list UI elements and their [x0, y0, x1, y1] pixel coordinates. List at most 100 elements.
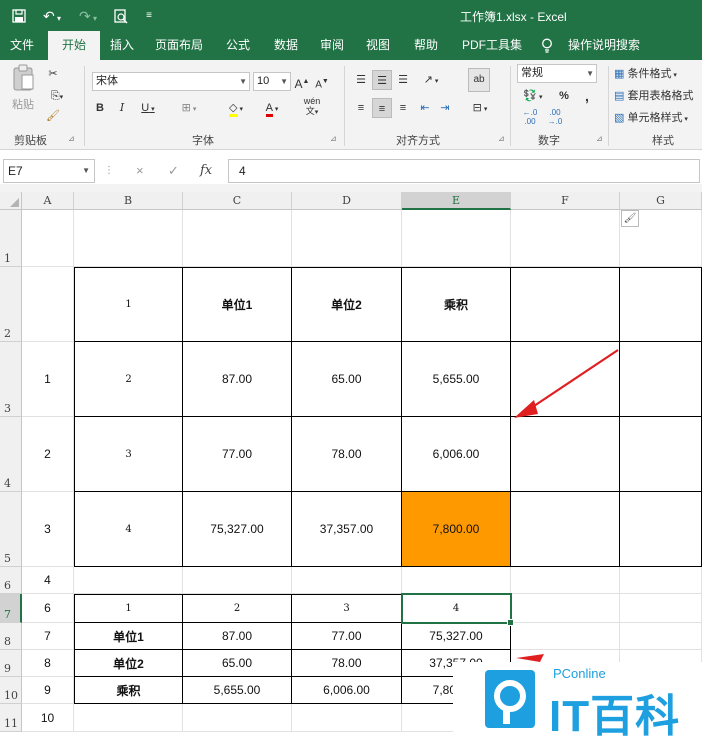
- cell-styles-button[interactable]: ▧ 单元格样式 ▾: [614, 108, 702, 128]
- align-right-icon[interactable]: ≡: [394, 98, 412, 118]
- cell-e4[interactable]: 6,006.00: [402, 417, 511, 492]
- column-header-c[interactable]: C: [183, 192, 292, 210]
- column-header-a[interactable]: A: [22, 192, 74, 210]
- redo-icon[interactable]: ↷ ▾: [74, 6, 102, 26]
- cell-g6[interactable]: [620, 567, 702, 594]
- cell-a1[interactable]: [22, 210, 74, 267]
- cell-e3[interactable]: 5,655.00: [402, 342, 511, 417]
- font-name-select[interactable]: 宋体 ▼: [92, 72, 250, 91]
- copy-icon[interactable]: ⎘▾: [44, 86, 70, 106]
- cell-a3[interactable]: 1: [22, 342, 74, 417]
- select-all-button[interactable]: [0, 192, 22, 210]
- cell-c2[interactable]: 单位1: [183, 267, 292, 342]
- tab-insert[interactable]: 插入: [100, 31, 144, 60]
- cell-g5[interactable]: [620, 492, 702, 567]
- cell-e1[interactable]: [402, 210, 511, 267]
- cell-c4[interactable]: 77.00: [183, 417, 292, 492]
- column-header-e[interactable]: E: [402, 192, 511, 210]
- cell-d9[interactable]: 78.00: [292, 650, 402, 677]
- decrease-indent-icon[interactable]: ⇤: [416, 98, 434, 118]
- row-header-3[interactable]: 3: [0, 342, 22, 417]
- cell-c7[interactable]: 2: [183, 594, 292, 623]
- cell-a7[interactable]: 6: [22, 594, 74, 623]
- column-header-g[interactable]: G: [620, 192, 702, 210]
- format-as-table-button[interactable]: ▤ 套用表格格式: [614, 86, 702, 106]
- cell-c3[interactable]: 87.00: [183, 342, 292, 417]
- customize-icon[interactable]: ≡: [140, 6, 158, 26]
- tab-view[interactable]: 视图: [356, 31, 400, 60]
- clipboard-launcher-icon[interactable]: ⊿: [68, 134, 75, 143]
- cell-g8[interactable]: [620, 623, 702, 650]
- cell-f4[interactable]: [511, 417, 620, 492]
- cell-c8[interactable]: 87.00: [183, 623, 292, 650]
- tab-home[interactable]: 开始: [48, 31, 100, 60]
- cell-a11[interactable]: 10: [22, 704, 74, 732]
- cell-d11[interactable]: [292, 704, 402, 732]
- cell-a2[interactable]: [22, 267, 74, 342]
- cell-b10[interactable]: 乘积: [74, 677, 183, 704]
- cell-f5[interactable]: [511, 492, 620, 567]
- bold-button[interactable]: B: [92, 98, 108, 118]
- column-header-b[interactable]: B: [74, 192, 183, 210]
- number-launcher-icon[interactable]: ⊿: [596, 134, 603, 143]
- align-top-icon[interactable]: ☰: [352, 70, 370, 90]
- row-header-9[interactable]: 9: [0, 650, 22, 677]
- cell-d4[interactable]: 78.00: [292, 417, 402, 492]
- paste-button[interactable]: 粘贴: [8, 64, 38, 112]
- cell-c11[interactable]: [183, 704, 292, 732]
- tell-me-search[interactable]: 操作说明搜索: [562, 31, 646, 60]
- comma-style-button[interactable]: ,: [580, 86, 594, 106]
- formula-input[interactable]: 4: [228, 159, 700, 183]
- cell-b6[interactable]: [74, 567, 183, 594]
- increase-indent-icon[interactable]: ⇥: [436, 98, 454, 118]
- font-size-select[interactable]: 10 ▼: [253, 72, 291, 91]
- cell-b7[interactable]: 1: [74, 594, 183, 623]
- row-header-6[interactable]: 6: [0, 567, 22, 594]
- font-color-icon[interactable]: A ▾: [258, 98, 286, 118]
- row-header-8[interactable]: 8: [0, 623, 22, 650]
- number-format-select[interactable]: 常规 ▼: [517, 64, 597, 83]
- print-preview-icon[interactable]: [112, 6, 130, 26]
- row-header-1[interactable]: 1: [0, 210, 22, 267]
- cell-b11[interactable]: [74, 704, 183, 732]
- fill-color-icon[interactable]: ◇ ▾: [222, 98, 250, 118]
- conditional-formatting-button[interactable]: ▦ 条件格式 ▾: [614, 64, 702, 84]
- tab-pdf-tools[interactable]: PDF工具集: [452, 31, 532, 60]
- wrap-text-button[interactable]: ab: [468, 68, 490, 92]
- row-header-10[interactable]: 10: [0, 677, 22, 704]
- cell-d10[interactable]: 6,006.00: [292, 677, 402, 704]
- cell-a10[interactable]: 9: [22, 677, 74, 704]
- cell-b1[interactable]: [74, 210, 183, 267]
- paste-options-icon[interactable]: 🖌: [621, 210, 639, 227]
- cell-b8[interactable]: 单位1: [74, 623, 183, 650]
- decrease-decimal-icon[interactable]: .00 →.0: [544, 108, 566, 128]
- cell-d8[interactable]: 77.00: [292, 623, 402, 650]
- cell-a8[interactable]: 7: [22, 623, 74, 650]
- cancel-icon[interactable]: ×: [136, 159, 144, 183]
- cell-d2[interactable]: 单位2: [292, 267, 402, 342]
- cell-e8[interactable]: 75,327.00: [402, 623, 511, 650]
- cell-c10[interactable]: 5,655.00: [183, 677, 292, 704]
- tab-review[interactable]: 审阅: [310, 31, 354, 60]
- tab-data[interactable]: 数据: [264, 31, 308, 60]
- tab-formulas[interactable]: 公式: [214, 31, 262, 60]
- cell-f7[interactable]: [511, 594, 620, 623]
- orientation-icon[interactable]: ↗ ▾: [418, 70, 444, 90]
- borders-icon[interactable]: ⊞ ▾: [176, 98, 202, 118]
- cell-g2[interactable]: [620, 267, 702, 342]
- column-header-d[interactable]: D: [292, 192, 402, 210]
- tab-file[interactable]: 文件: [0, 31, 44, 60]
- align-center-icon[interactable]: ≡: [372, 98, 392, 118]
- cell-a4[interactable]: 2: [22, 417, 74, 492]
- row-header-4[interactable]: 4: [0, 417, 22, 492]
- row-header-11[interactable]: 11: [0, 704, 22, 732]
- worksheet-grid[interactable]: ABCDEFG 1 2 3 4 5 6 7 8 9 10 11 1 单位1 单位2 乘积 1 2 87.00 65…: [0, 192, 702, 736]
- row-header-2[interactable]: 2: [0, 267, 22, 342]
- cell-b2[interactable]: 1: [74, 267, 183, 342]
- cell-b3[interactable]: 2: [74, 342, 183, 417]
- underline-button[interactable]: U ▾: [136, 98, 160, 118]
- cell-a6[interactable]: 4: [22, 567, 74, 594]
- tab-page-layout[interactable]: 页面布局: [146, 31, 212, 60]
- row-header-5[interactable]: 5: [0, 492, 22, 567]
- cell-g7[interactable]: [620, 594, 702, 623]
